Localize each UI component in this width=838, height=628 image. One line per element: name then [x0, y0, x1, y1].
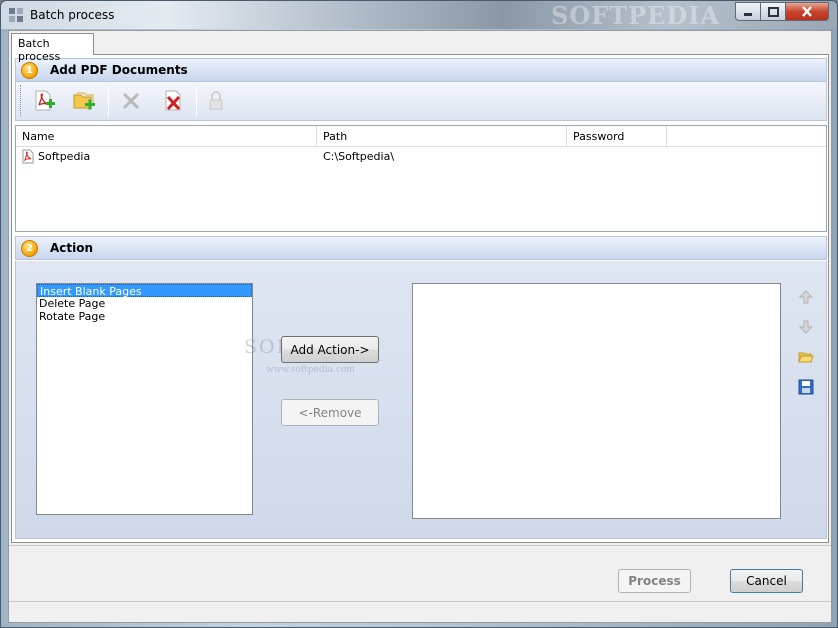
move-up-button[interactable]: [797, 288, 815, 306]
password-lock-button[interactable]: [202, 88, 230, 114]
list-item[interactable]: Delete Page: [37, 297, 252, 310]
list-item[interactable]: Rotate Page: [37, 310, 252, 323]
title-bar[interactable]: Batch process SOFTPEDIA: [1, 1, 837, 30]
add-documents-title: Add PDF Documents: [50, 63, 188, 77]
action-panel: Insert Blank Pages Delete Page Rotate Pa…: [15, 261, 827, 539]
add-folder-icon: [73, 92, 95, 110]
column-header-path[interactable]: Path: [317, 126, 567, 147]
table-row[interactable]: Softpedia C:\Softpedia\: [16, 148, 826, 166]
add-pdf-icon: [35, 90, 55, 111]
footer-divider: [9, 545, 831, 546]
toolbar-grip[interactable]: [20, 85, 23, 117]
maximize-button[interactable]: [761, 2, 786, 21]
add-folder-button[interactable]: [70, 88, 98, 114]
window-title: Batch process: [30, 8, 115, 22]
selected-actions-list[interactable]: [412, 283, 781, 519]
save-actions-button[interactable]: [797, 378, 815, 396]
arrow-up-icon: [798, 290, 814, 304]
document-list-header: Name Path Password: [16, 126, 826, 147]
save-disk-icon: [798, 379, 814, 395]
document-path: C:\Softpedia\: [323, 150, 395, 163]
remove-all-documents-button[interactable]: [160, 88, 188, 114]
step-two-badge: 2: [21, 240, 38, 257]
step-one-badge: 1: [21, 62, 38, 79]
maximize-icon: [767, 6, 779, 17]
minimize-button[interactable]: [735, 2, 761, 21]
delete-x-icon: [122, 92, 140, 110]
action-watermark-url: www.softpedia.com: [266, 365, 355, 375]
available-actions-list[interactable]: Insert Blank Pages Delete Page Rotate Pa…: [36, 283, 253, 515]
column-header-password[interactable]: Password: [567, 126, 667, 147]
document-name: Softpedia: [38, 150, 91, 163]
arrow-down-icon: [798, 320, 814, 334]
documents-toolbar: [15, 82, 827, 121]
dialog-client: Batch process 1 Add PDF Documents Name P…: [8, 30, 832, 623]
title-watermark: SOFTPEDIA: [551, 1, 721, 30]
action-title: Action: [50, 241, 94, 255]
toolbar-separator: [196, 86, 197, 117]
close-icon: [802, 6, 812, 17]
app-icon: [9, 8, 23, 22]
remove-document-button[interactable]: [117, 88, 145, 114]
minimize-icon: [744, 12, 752, 16]
document-list[interactable]: Name Path Password Softpedia C:\Softpedi…: [15, 125, 827, 232]
lock-icon: [209, 91, 223, 110]
pdf-file-icon: [22, 149, 34, 164]
list-item[interactable]: Insert Blank Pages: [37, 284, 252, 298]
action-header: 2 Action: [15, 236, 827, 260]
remove-action-button[interactable]: <-Remove: [281, 399, 379, 426]
status-bar: [9, 601, 831, 622]
tab-batch-process[interactable]: Batch process: [11, 33, 94, 63]
open-folder-icon: [798, 352, 814, 363]
remove-all-icon: [165, 90, 181, 111]
add-pdf-button[interactable]: [30, 88, 58, 114]
toolbar-separator: [108, 86, 109, 117]
process-button[interactable]: Process: [618, 569, 691, 593]
move-down-button[interactable]: [797, 318, 815, 336]
app-window: Batch process SOFTPEDIA Batch process 1 …: [0, 0, 838, 628]
add-documents-header: 1 Add PDF Documents: [15, 58, 827, 82]
cancel-button[interactable]: Cancel: [730, 569, 803, 593]
close-button[interactable]: [786, 2, 829, 21]
add-action-button[interactable]: Add Action->: [281, 336, 379, 363]
open-actions-button[interactable]: [797, 348, 815, 366]
tab-panel: 1 Add PDF Documents Name Path Password S…: [11, 54, 829, 543]
column-header-name[interactable]: Name: [16, 126, 317, 147]
